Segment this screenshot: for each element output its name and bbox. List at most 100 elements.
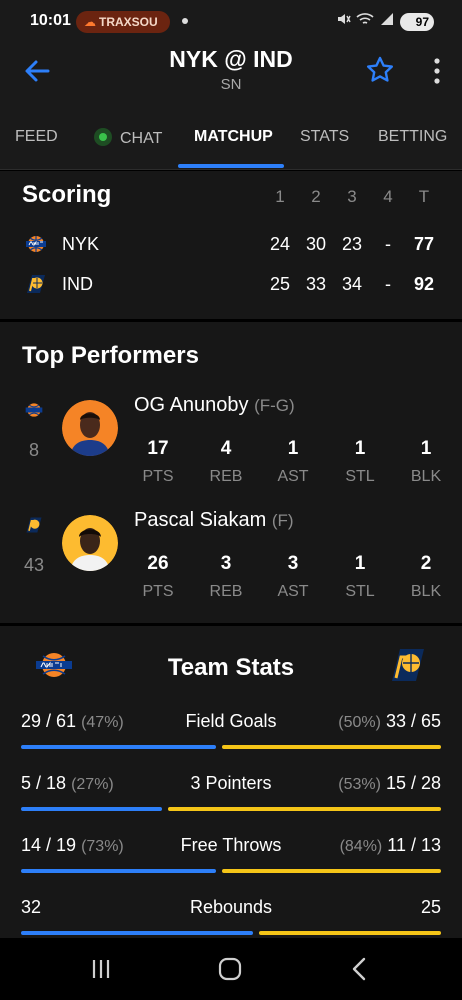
stat-label: AST	[277, 583, 309, 600]
home-stat-pct: (84%)	[339, 838, 383, 855]
home-stat: (84%) 11 / 13	[340, 835, 441, 856]
stat-value: 3	[220, 553, 232, 574]
stat-label: BLK	[410, 468, 442, 485]
away-share-bar	[21, 869, 216, 873]
home-stat: (53%) 15 / 28	[338, 773, 441, 794]
player-avatar	[62, 400, 118, 456]
soundcloud-icon: ☁	[84, 15, 96, 29]
system-nav-bar	[0, 938, 462, 1000]
away-share-bar	[21, 931, 253, 935]
quarter-score: -	[385, 234, 391, 254]
player-position: (F-G)	[254, 396, 295, 415]
stat-reb: 4 REB	[196, 438, 256, 486]
quarter-score: 24	[269, 234, 291, 254]
home-share-bar	[259, 931, 441, 935]
team-abbr: IND	[62, 274, 93, 294]
tab-matchup[interactable]: MATCHUP	[194, 128, 273, 146]
pacers-logo-icon	[26, 517, 42, 533]
home-share-bar	[222, 869, 441, 873]
scoring-card: Scoring 1 2 3 4 T NYK 24 30 23 - 77 IND …	[0, 171, 462, 319]
player-position: (F)	[271, 511, 294, 530]
stat-label: REB	[209, 468, 243, 485]
recents-icon[interactable]	[87, 956, 115, 982]
score-row-nyk: NYK 24 30 23 - 77	[0, 229, 462, 259]
stat-value: 26	[147, 553, 169, 574]
stat-label: STL	[345, 468, 375, 485]
home-stat: 25	[421, 897, 441, 918]
mute-icon	[337, 14, 351, 24]
team-abbr: NYK	[62, 234, 100, 254]
performer-ind[interactable]: 43 Pascal Siakam (F) 26 PTS 3 REB 3 AST 1 ST…	[0, 509, 462, 625]
period-header: 4	[383, 187, 393, 206]
quarter-score: 23	[341, 234, 363, 254]
signal-icon	[381, 13, 393, 25]
back-icon[interactable]	[346, 956, 374, 982]
soundcloud-pill-label: TRAXSOU	[99, 15, 158, 29]
home-stat-pct: (50%)	[338, 714, 381, 731]
stat-label: BLK	[410, 583, 442, 600]
stat-ast: 3 AST	[263, 553, 323, 601]
knicks-logo-icon	[26, 236, 46, 252]
period-header: T	[418, 187, 430, 206]
tab-stats[interactable]: STATS	[300, 128, 349, 146]
performer-nyk[interactable]: 8 OG Anunoby (F-G) 17 PTS 4 REB 1 AST 1 STL …	[0, 394, 462, 510]
away-share-bar	[21, 745, 216, 749]
tab-betting[interactable]: BETTING	[378, 128, 447, 146]
home-icon[interactable]	[216, 956, 244, 982]
tab-feed[interactable]: FEED	[15, 128, 58, 146]
top-performers-card: Top Performers 8 OG Anunoby (F-G) 17 PTS …	[0, 322, 462, 623]
quarter-score: -	[385, 274, 391, 294]
stat-label: AST	[277, 468, 309, 485]
stat-ast: 1 AST	[263, 438, 323, 486]
more-vert-icon[interactable]	[432, 58, 442, 84]
star-icon[interactable]	[366, 56, 394, 84]
stat-label: STL	[345, 583, 375, 600]
team-stats-card: Team Stats 29 / 61 (47%) Field Goals (50…	[0, 626, 462, 938]
stat-value: 1	[354, 438, 366, 459]
stat-label: PTS	[142, 468, 174, 485]
soundcloud-pill[interactable]: ☁ TRAXSOU	[76, 11, 170, 33]
player-name: Pascal Siakam (F)	[134, 509, 294, 532]
stat-blk: 1 BLK	[396, 438, 456, 486]
total-score: 92	[413, 274, 435, 294]
period-header: 3	[347, 187, 357, 206]
notification-dot	[182, 18, 188, 24]
home-stat: (50%) 33 / 65	[338, 711, 441, 732]
stat-value: 3	[287, 553, 299, 574]
home-share-bar	[168, 807, 441, 811]
stat-label: REB	[209, 583, 243, 600]
home-stat-value: 33 / 65	[385, 711, 441, 731]
quarter-score: 30	[305, 234, 327, 254]
team-stat-row: 29 / 61 (47%) Field Goals (50%) 33 / 65	[0, 711, 462, 767]
stat-value: 1	[287, 438, 299, 459]
pacers-logo-icon	[27, 275, 45, 293]
top-performers-title: Top Performers	[22, 342, 199, 369]
total-score: 77	[413, 234, 435, 254]
stat-reb: 3 REB	[196, 553, 256, 601]
stat-value: 1	[354, 553, 366, 574]
app-header: NYK @ IND SN	[0, 44, 462, 108]
quarter-score: 34	[341, 274, 363, 294]
period-header: 1	[275, 187, 285, 206]
home-stat-value: 11 / 13	[387, 835, 441, 855]
home-share-bar	[222, 745, 441, 749]
home-stat-value: 25	[420, 897, 441, 917]
stat-value: 4	[220, 438, 232, 459]
home-stat-value: 15 / 28	[385, 773, 441, 793]
jersey-number: 8	[28, 440, 39, 460]
status-time: 10:01	[30, 12, 71, 29]
knicks-logo-icon	[25, 403, 43, 417]
stat-stl: 1 STL	[330, 438, 390, 486]
player-name-text: OG Anunoby	[134, 394, 249, 416]
quarter-score: 25	[269, 274, 291, 294]
period-header: 2	[311, 187, 321, 206]
player-name-text: Pascal Siakam	[134, 509, 267, 531]
player-name: OG Anunoby (F-G)	[134, 394, 295, 417]
live-dot-icon	[94, 128, 112, 146]
away-share-bar	[21, 807, 162, 811]
pacers-logo-icon	[392, 649, 424, 681]
stat-value: 17	[147, 438, 169, 459]
tab-chat[interactable]: CHAT	[94, 128, 162, 148]
team-stat-row: 14 / 19 (73%) Free Throws (84%) 11 / 13	[0, 835, 462, 891]
status-icons	[337, 12, 394, 27]
